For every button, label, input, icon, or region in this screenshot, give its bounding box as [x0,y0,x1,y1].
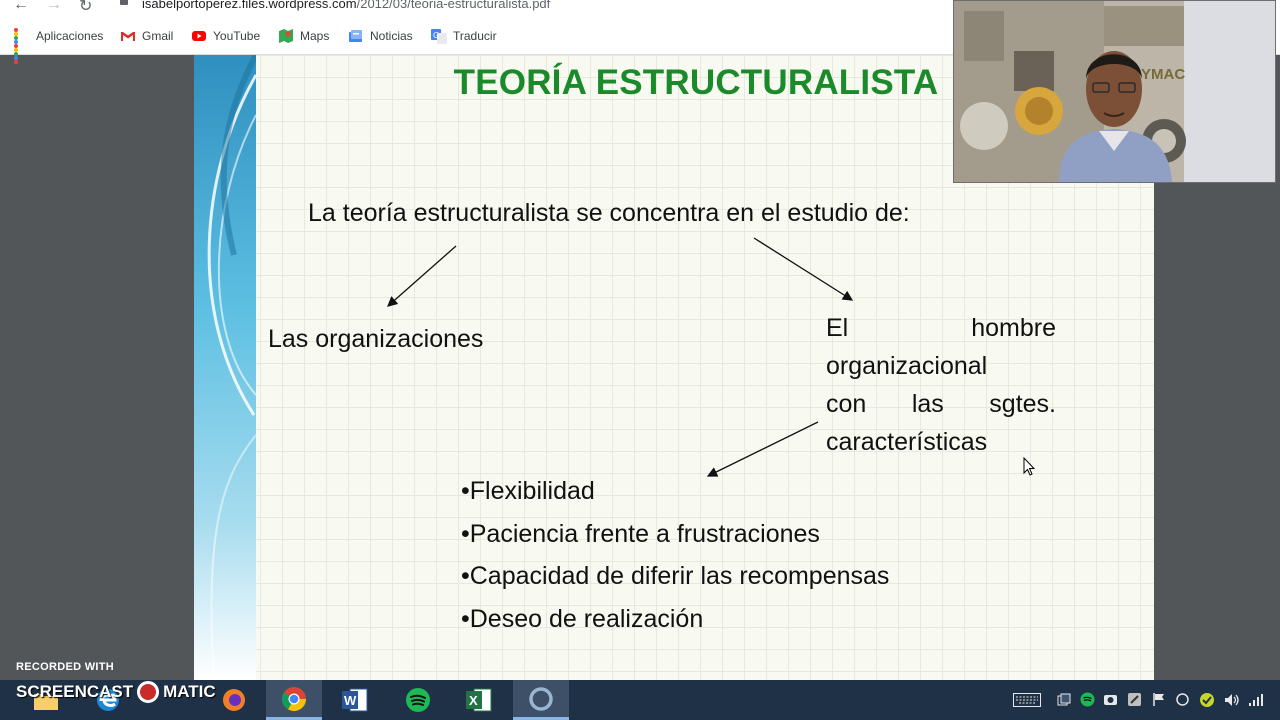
left-item-organizaciones: Las organizaciones [268,325,484,353]
svg-text:G: G [433,31,439,40]
url-path: /2012/03/teoria-estructuralista.pdf [356,0,551,11]
windows-share-icon[interactable] [1057,693,1071,707]
bookmark-label: Maps [300,29,330,43]
taskbar-spotify[interactable] [390,680,446,720]
reload-icon[interactable]: ↻ [79,0,92,16]
arrow-to-caracteristicas [706,421,819,477]
recorded-with-label: RECORDED WITH [16,661,115,673]
bookmark-noticias[interactable]: Noticias [348,28,413,44]
webcam-overlay: YMAC [953,0,1276,183]
bookmark-maps[interactable]: Maps [278,28,329,44]
right-item-hombre: El hombre organizacional con las sgtes. … [826,309,1056,461]
word-icon: W [342,688,368,712]
bookmark-label: Traducir [453,29,497,43]
firefox-icon [223,689,245,711]
characteristics-list: •Flexibilidad •Paciencia frente a frustr… [461,470,889,640]
arrow-to-hombre [753,237,854,301]
bookmark-label: YouTube [213,29,261,43]
apps-grid-icon [14,28,30,64]
cortana-icon [529,686,553,711]
spotify-icon [406,688,430,712]
keyboard-icon[interactable] [1013,693,1041,707]
bookmark-gmail[interactable]: Gmail [120,28,173,44]
tools-tray-icon[interactable] [1127,692,1142,707]
chrome-icon [282,686,306,711]
excel-icon: X [466,688,492,712]
bookmark-apps[interactable]: Aplicaciones [14,28,104,64]
spotify-tray-icon[interactable] [1080,692,1095,707]
translate-icon: G [431,28,447,44]
right-item-line: características [826,428,988,456]
url-host: isabelportoperez.files.wordpress.com [142,0,357,11]
svg-text:W: W [344,693,357,708]
list-item: •Flexibilidad [461,477,595,505]
bookmark-label: Aplicaciones [36,29,104,43]
back-arrow-icon[interactable]: ← [13,0,29,14]
flag-tray-icon[interactable] [1152,692,1166,707]
bookmark-youtube[interactable]: YouTube [191,28,260,44]
screencast-o-matic-logo: SCREENCAST MATIC [16,680,216,704]
taskbar-excel[interactable]: X [451,680,507,720]
gmail-icon [120,28,136,44]
mouse-cursor-icon [1023,457,1036,476]
forward-arrow-icon[interactable]: → [46,0,62,14]
list-item: •Deseo de realización [461,604,704,633]
list-item: •Capacidad de diferir las recompensas [461,562,890,590]
svg-text:YMAC: YMAC [1141,66,1185,83]
camera-tray-icon[interactable] [1103,692,1118,707]
network-status-icon[interactable] [1176,693,1189,706]
lock-icon [120,0,128,5]
bookmark-label: Noticias [370,29,413,43]
news-icon [348,28,364,44]
youtube-icon [191,28,207,44]
volume-icon[interactable] [1224,693,1240,707]
address-bar[interactable]: isabelportoperez.files.wordpress.com/201… [142,0,550,11]
right-item-line: organizacional [826,352,988,380]
brand-left: SCREENCAST [16,682,134,701]
antivirus-tray-icon[interactable] [1199,692,1215,708]
webcam-presenter-image: YMAC [954,1,1275,182]
arrow-to-organizaciones [387,245,457,307]
record-dot-icon [137,681,160,703]
taskbar-word[interactable]: W [327,680,383,720]
bookmark-traducir[interactable]: G Traducir [431,28,497,44]
svg-text:X: X [469,693,478,708]
list-item: •Paciencia frente a frustraciones [461,519,820,548]
taskbar-cortana[interactable] [513,680,569,720]
maps-icon [278,28,294,44]
bookmark-label: Gmail [142,29,174,43]
right-item-line: El hombre [826,314,1056,342]
wifi-signal-icon[interactable] [1248,693,1264,707]
brand-right: MATIC [163,682,216,701]
taskbar-chrome[interactable] [266,680,322,720]
right-item-line: con las sgtes. [826,390,1056,418]
